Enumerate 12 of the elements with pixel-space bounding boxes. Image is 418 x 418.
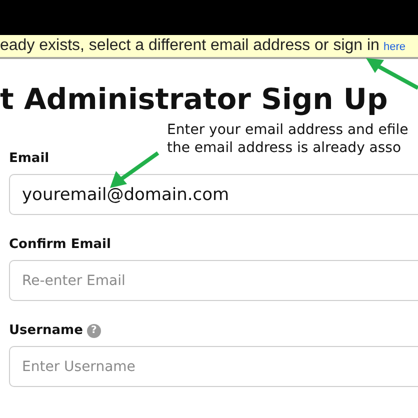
- page-title: t Administrator Sign Up: [0, 81, 389, 118]
- annotation-arrow: [110, 151, 160, 188]
- input-field[interactable]: youremail@domain.com: [9, 174, 418, 215]
- field-label: Email: [9, 150, 50, 168]
- field-label: Confirm Email: [9, 236, 111, 254]
- field-label: Username: [9, 322, 83, 340]
- instruction-text: Enter your email address and efile the email address is already asso: [167, 121, 410, 157]
- help-icon[interactable]: ?: [86, 324, 101, 338]
- sign-in-link[interactable]: here: [383, 41, 406, 53]
- input-field[interactable]: Re-enter Email: [9, 260, 418, 301]
- input-field[interactable]: Enter Username: [9, 346, 418, 387]
- warning-message: eady exists, select a different email address or sign in: [0, 37, 380, 54]
